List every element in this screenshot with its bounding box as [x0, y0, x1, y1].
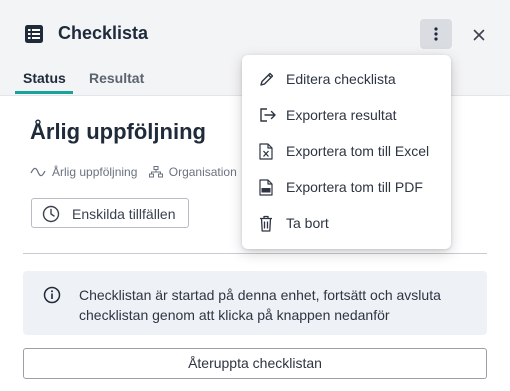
- page-title: Årlig uppföljning: [30, 119, 206, 144]
- divider: [23, 253, 487, 254]
- pdf-file-icon: [259, 179, 273, 196]
- trash-icon: [260, 215, 272, 232]
- info-icon: [43, 286, 61, 304]
- options-menu: Editera checklista Exportera resultat Ex…: [242, 55, 451, 249]
- more-vertical-icon: [434, 27, 438, 41]
- menu-label: Ta bort: [286, 215, 329, 231]
- info-text: Checklistan är startad på denna enhet, f…: [79, 287, 441, 323]
- organisation-icon: [148, 165, 163, 178]
- menu-item-export-pdf[interactable]: Exportera tom till PDF: [242, 169, 451, 205]
- menu-item-delete[interactable]: Ta bort: [242, 205, 451, 241]
- more-options-button[interactable]: [420, 19, 452, 49]
- menu-label: Exportera tom till Excel: [286, 143, 430, 159]
- meta-organisation: Organisation: [168, 164, 237, 179]
- individual-occasions-label: Enskilda tillfällen: [72, 206, 176, 222]
- individual-occasions-button[interactable]: Enskilda tillfällen: [31, 198, 189, 228]
- pencil-icon: [260, 72, 274, 86]
- active-tab-indicator: [15, 91, 73, 94]
- menu-item-export-results[interactable]: Exportera resultat: [242, 97, 451, 133]
- panel-title: Checklista: [58, 23, 149, 43]
- menu-item-edit-checklist[interactable]: Editera checklista: [242, 61, 451, 97]
- tab-status[interactable]: Status: [23, 70, 66, 86]
- checklist-icon: [25, 25, 43, 43]
- export-icon: [260, 108, 276, 122]
- recurrence-icon: [30, 167, 46, 177]
- meta-schedule: Årlig uppföljning: [52, 164, 138, 179]
- info-message: Checklistan är startad på denna enhet, f…: [23, 271, 487, 335]
- tab-resultat[interactable]: Resultat: [89, 70, 144, 86]
- clock-icon: [42, 205, 60, 223]
- menu-label: Exportera tom till PDF: [286, 179, 423, 195]
- close-icon[interactable]: [471, 27, 487, 43]
- menu-item-export-excel[interactable]: Exportera tom till Excel: [242, 133, 451, 169]
- menu-label: Exportera resultat: [286, 107, 397, 123]
- menu-label: Editera checklista: [286, 71, 396, 87]
- meta-row: Årlig uppföljning Organisation: [30, 164, 242, 179]
- resume-checklist-button[interactable]: Återuppta checklistan: [23, 348, 487, 379]
- excel-file-icon: [259, 143, 273, 160]
